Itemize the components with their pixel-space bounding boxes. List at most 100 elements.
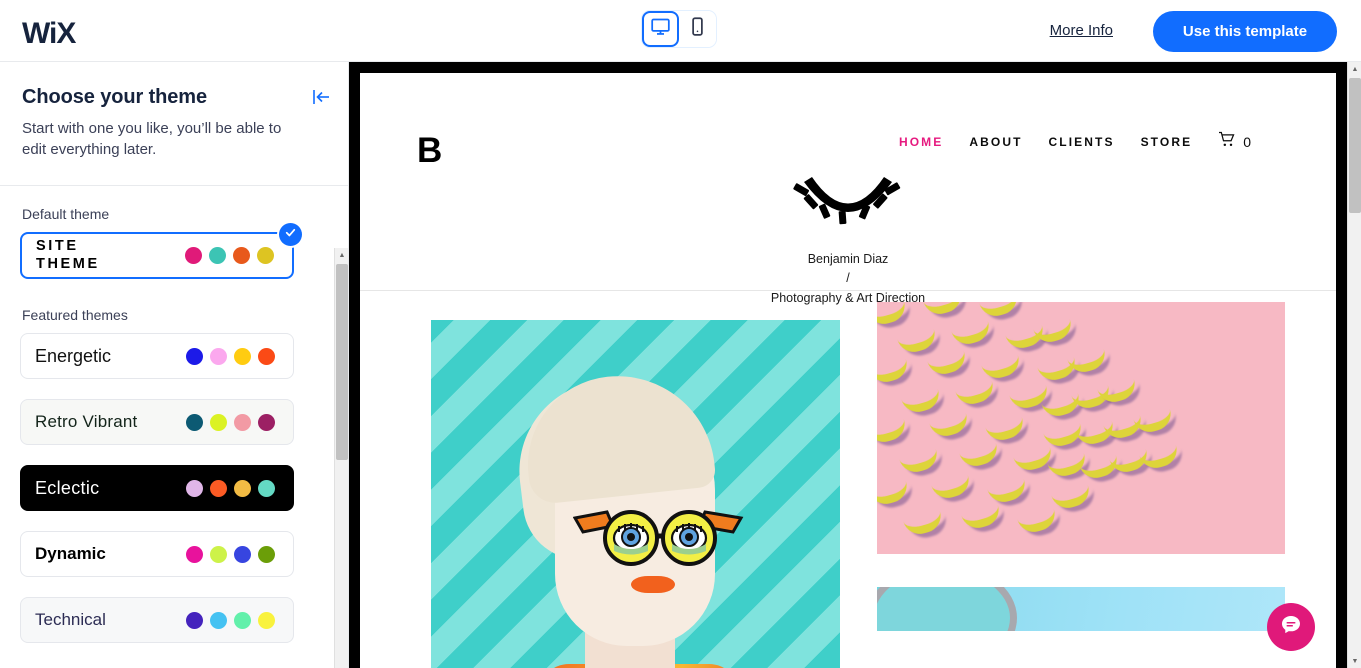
device-toggle-group[interactable] — [641, 10, 717, 48]
page-scroll-down-arrow-icon[interactable]: ▼ — [1348, 654, 1361, 668]
banana-icon — [877, 419, 909, 446]
banana-icon — [987, 479, 1029, 506]
hero-section: Benjamin Diaz / Photography & Art Direct… — [360, 168, 1336, 308]
banana-icon — [979, 302, 1021, 320]
theme-swatches-dynamic — [186, 545, 275, 563]
banana-icon — [1033, 319, 1075, 346]
color-swatch — [210, 413, 227, 431]
banana-icon — [927, 351, 969, 378]
site-header: B HOME ABOUT CLIENTS STORE 0 Benjamin Di… — [360, 73, 1336, 305]
sidebar-header: Choose your theme Start with one you lik… — [0, 62, 348, 186]
hero-divider: / — [846, 271, 850, 286]
color-swatch — [186, 611, 203, 629]
selected-check-badge — [279, 223, 302, 246]
banana-icon — [951, 321, 993, 348]
theme-name-site-theme: SITE THEME — [36, 238, 100, 272]
default-theme-row: SITE THEME — [0, 223, 348, 279]
more-info-link[interactable]: More Info — [1050, 22, 1113, 39]
theme-sidebar: Choose your theme Start with one you lik… — [0, 62, 349, 668]
use-this-template-button[interactable]: Use this template — [1153, 11, 1337, 52]
app-header: WiX More Info Use this template — [0, 0, 1361, 62]
banana-icon — [877, 302, 909, 328]
featured-themes-group-label: Featured themes — [22, 307, 128, 323]
color-swatch — [186, 479, 203, 497]
banana-icon — [961, 505, 1003, 532]
banana-icon — [899, 449, 941, 476]
chat-bubble-icon — [1279, 613, 1303, 642]
banana-icon — [897, 329, 939, 356]
color-swatch — [257, 247, 274, 264]
theme-card-site-theme[interactable]: SITE THEME — [20, 223, 302, 279]
chat-button[interactable] — [1267, 603, 1315, 651]
theme-swatches-energetic — [186, 347, 275, 365]
wix-logo-text: WiX — [22, 17, 76, 50]
banana-icon — [931, 475, 973, 502]
banana-icon — [1067, 349, 1109, 376]
banana-icon — [903, 511, 945, 538]
color-swatch — [234, 413, 251, 431]
banana-icon — [923, 302, 965, 318]
theme-card-dynamic[interactable]: Dynamic — [20, 531, 294, 577]
portrait-woman-sunglasses-image[interactable] — [431, 320, 840, 668]
banana-icon — [929, 413, 971, 440]
theme-swatches-site-theme — [185, 247, 274, 264]
featured-theme-row: Retro Vibrant — [0, 399, 348, 445]
theme-card-energetic[interactable]: Energetic — [20, 333, 294, 379]
banana-icon — [901, 389, 943, 416]
banana-icon — [985, 417, 1027, 444]
nav-item-clients[interactable]: CLIENTS — [1049, 135, 1115, 149]
wix-logo[interactable]: WiX — [22, 17, 76, 51]
banana-icon — [1017, 509, 1059, 536]
desktop-view-button[interactable] — [642, 11, 679, 47]
portrait-lips — [631, 576, 675, 593]
collapse-panel-icon[interactable] — [312, 88, 332, 111]
page-scroll-up-arrow-icon[interactable]: ▲ — [1348, 62, 1361, 76]
sidebar-scrollbar[interactable]: ▲ ▼ — [334, 248, 348, 668]
theme-list: Default theme SITE THEME Featured themes… — [0, 186, 348, 668]
blue-abstract-image[interactable] — [877, 587, 1285, 631]
color-swatch — [233, 247, 250, 264]
banana-icon — [1013, 447, 1055, 474]
theme-card-eclectic[interactable]: Eclectic — [20, 465, 294, 511]
banana-icon — [959, 443, 1001, 470]
nav-item-home[interactable]: HOME — [899, 135, 943, 149]
featured-theme-row: Dynamic — [0, 531, 348, 577]
check-icon — [284, 226, 297, 244]
nav-item-store[interactable]: STORE — [1141, 135, 1193, 149]
color-swatch — [258, 479, 275, 497]
banana-icon — [1133, 409, 1175, 436]
scroll-up-arrow-icon[interactable]: ▲ — [335, 248, 348, 262]
default-theme-group-label: Default theme — [22, 206, 110, 222]
cart-button[interactable]: 0 — [1218, 131, 1251, 152]
color-swatch — [234, 479, 251, 497]
bananas-on-pink-image[interactable] — [877, 302, 1285, 554]
banana-icon — [877, 481, 911, 508]
color-swatch — [258, 545, 275, 563]
page-title: Choose your theme — [22, 86, 207, 108]
featured-theme-row: Energetic — [0, 333, 348, 379]
nav-item-about[interactable]: ABOUT — [969, 135, 1022, 149]
sidebar-subtitle: Start with one you like, you’ll be able … — [22, 120, 282, 159]
portrait-hair-top — [519, 366, 717, 506]
hero-caption: Benjamin Diaz / Photography & Art Direct… — [360, 250, 1336, 308]
theme-name-technical: Technical — [35, 610, 106, 630]
mobile-phone-icon — [687, 16, 708, 42]
page-scrollbar[interactable]: ▲ ▼ — [1347, 62, 1361, 668]
color-swatch — [234, 611, 251, 629]
theme-name-line1: SITE — [36, 238, 79, 255]
theme-swatches-retro-vibrant — [186, 413, 275, 431]
color-swatch — [210, 545, 227, 563]
theme-name-line2: THEME — [36, 255, 100, 272]
blue-swirl-shape — [877, 587, 1017, 631]
site-logo[interactable]: B — [417, 131, 442, 171]
theme-card-technical[interactable]: Technical — [20, 597, 294, 643]
site-canvas: B HOME ABOUT CLIENTS STORE 0 Benjamin Di… — [360, 73, 1336, 668]
theme-swatches-eclectic — [186, 479, 275, 497]
mobile-view-button[interactable] — [679, 11, 716, 47]
hero-name: Benjamin Diaz — [807, 252, 889, 266]
page-scrollbar-thumb[interactable] — [1349, 78, 1361, 213]
banana-icon — [877, 359, 911, 386]
theme-card-retro-vibrant[interactable]: Retro Vibrant — [20, 399, 294, 445]
cart-count: 0 — [1243, 133, 1251, 150]
sidebar-scrollbar-thumb[interactable] — [336, 264, 348, 460]
